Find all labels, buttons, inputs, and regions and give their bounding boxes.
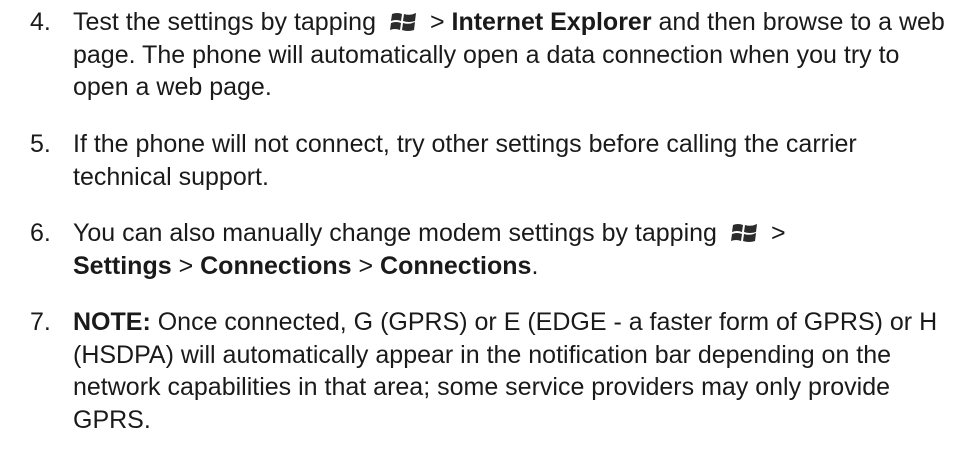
step-text: You can also manually change modem setti… bbox=[73, 217, 957, 282]
step-text: NOTE: Once connected, G (GPRS) or E (EDG… bbox=[73, 306, 957, 436]
menu-separator: > bbox=[171, 251, 201, 280]
step-number: 6. bbox=[30, 219, 51, 247]
document-page: 4. Test the settings by tapping > Intern… bbox=[0, 0, 961, 462]
step-text-part: > bbox=[429, 8, 452, 36]
step-number: 5. bbox=[30, 130, 51, 158]
step-text-part: Once connected, G (GPRS) or E (EDGE - a … bbox=[73, 308, 938, 434]
step-text-part: > bbox=[770, 219, 786, 247]
windows-start-icon bbox=[730, 222, 759, 244]
step-text-part: You can also manually change modem setti… bbox=[73, 219, 717, 247]
step-text: If the phone will not connect, try other… bbox=[73, 130, 857, 191]
step-number: 7. bbox=[30, 308, 51, 336]
menu-path-settings: Settings bbox=[73, 251, 172, 280]
step-number: 4. bbox=[30, 8, 51, 36]
windows-start-icon bbox=[389, 11, 418, 33]
step-text: Test the settings by tapping > Internet … bbox=[73, 6, 957, 104]
menu-path-internet-explorer: Internet Explorer bbox=[451, 8, 652, 36]
menu-path-connections: Connections bbox=[200, 251, 352, 280]
step-text-part: . bbox=[531, 251, 539, 280]
step-text-part: Test the settings by tapping bbox=[73, 8, 376, 36]
menu-path-connections: Connections bbox=[380, 251, 532, 280]
note-label: NOTE: bbox=[73, 308, 151, 336]
menu-separator: > bbox=[351, 251, 381, 280]
